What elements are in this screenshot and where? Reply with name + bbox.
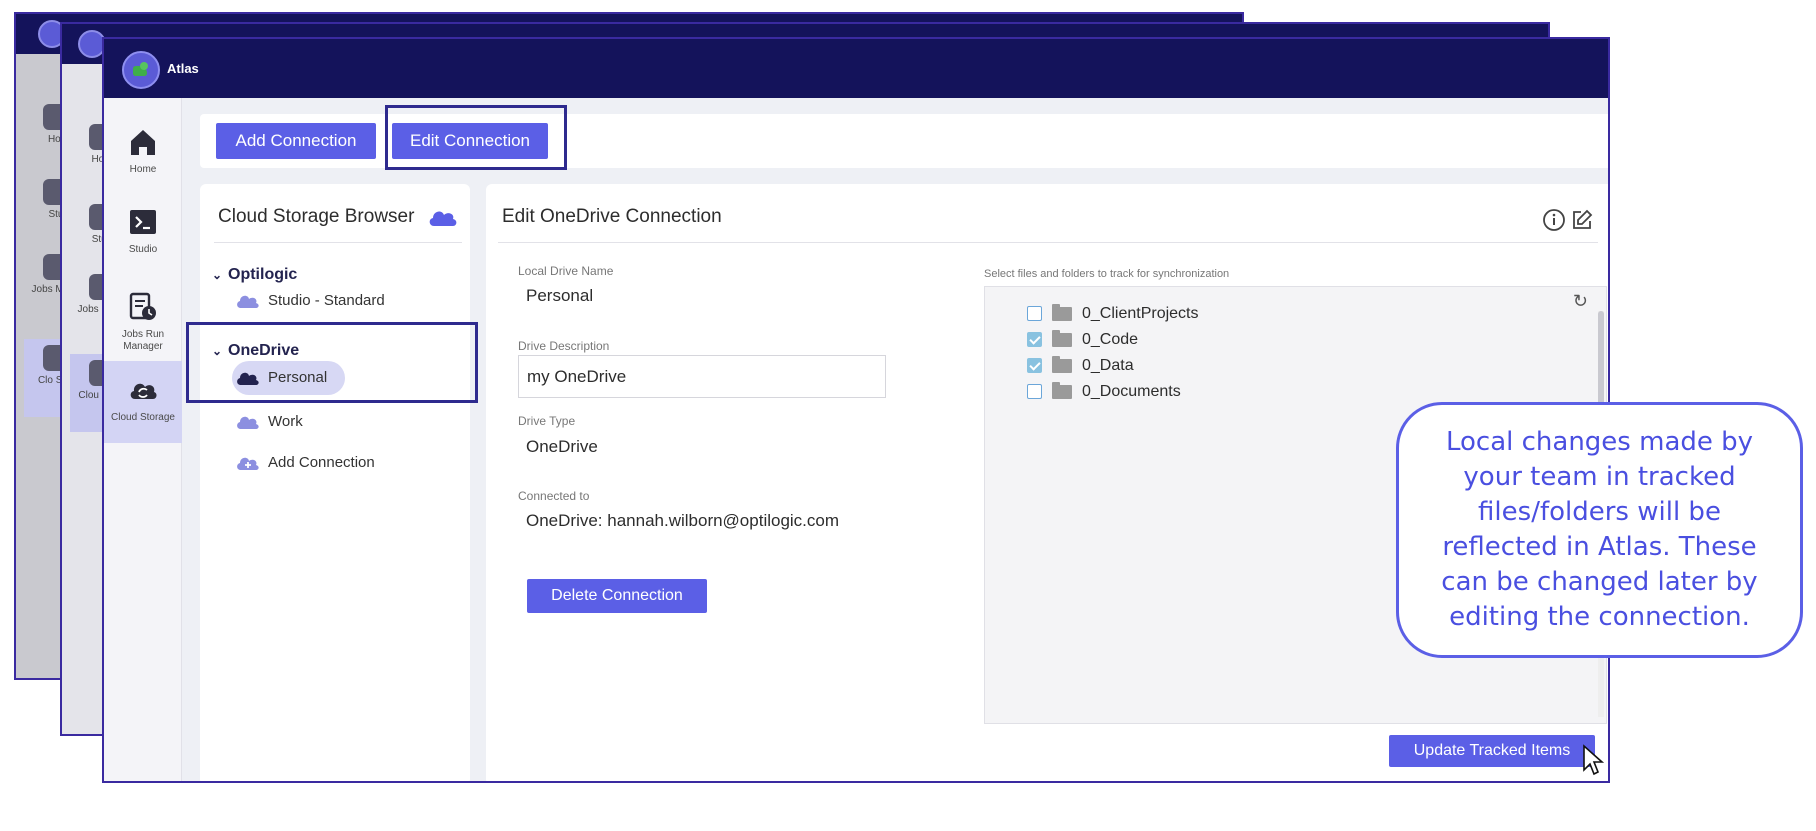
chevron-down-icon: ⌄	[212, 268, 223, 282]
file-checkbox[interactable]	[1027, 306, 1042, 322]
update-tracked-items-button[interactable]: Update Tracked Items	[1389, 735, 1595, 767]
cloud-icon	[429, 211, 457, 226]
tree-item-add-connection[interactable]: Add Connection	[236, 446, 375, 480]
file-row: 0_Code	[1027, 329, 1138, 351]
tree-group-optilogic[interactable]: ⌄ Optilogic	[212, 266, 297, 284]
local-drive-name-value: Personal	[526, 286, 594, 305]
cloud-icon	[237, 416, 259, 430]
info-icon[interactable]	[1542, 208, 1566, 232]
jobs-icon	[129, 292, 156, 320]
tree-item-work[interactable]: Work	[236, 405, 303, 439]
add-connection-button[interactable]: Add Connection	[216, 123, 376, 159]
personal-drive-highlight	[186, 322, 478, 403]
cloud-storage-browser: Cloud Storage Browser ⌄ Optilogic Studio …	[200, 184, 470, 781]
refresh-icon[interactable]: ↻	[1573, 291, 1588, 312]
cloud-icon	[237, 295, 259, 309]
divider	[214, 242, 462, 243]
nav-item-jobs-run-manager[interactable]: Jobs Run Manager	[104, 291, 182, 353]
drive-description-input[interactable]: my OneDrive	[518, 355, 886, 398]
file-checkbox[interactable]	[1027, 384, 1042, 400]
atlas-logo-icon[interactable]	[122, 51, 160, 89]
folder-icon	[1052, 381, 1072, 399]
connected-to-value: OneDrive: hannah.wilborn@optilogic.com	[526, 511, 840, 530]
folder-icon	[1052, 303, 1072, 321]
mouse-pointer-icon	[1583, 744, 1605, 776]
drive-type-value: OneDrive	[526, 437, 598, 456]
file-row: 0_Documents	[1027, 381, 1181, 403]
file-row: 0_Data	[1027, 355, 1134, 377]
file-row: 0_ClientProjects	[1027, 303, 1199, 325]
file-checkbox[interactable]	[1027, 358, 1042, 374]
connected-to-label: Connected to	[518, 489, 590, 503]
drive-description-label: Drive Description	[518, 339, 610, 353]
callout-note: Local changes made by your team in track…	[1396, 402, 1803, 658]
local-drive-name-label: Local Drive Name	[518, 264, 614, 278]
file-checkbox[interactable]	[1027, 332, 1042, 348]
home-icon	[131, 130, 155, 155]
left-navigation: Home Studio Jobs Run Manager Cloud Stora…	[104, 98, 182, 781]
nav-item-home[interactable]: Home	[104, 126, 182, 175]
terminal-icon	[130, 210, 156, 234]
nav-item-studio[interactable]: Studio	[104, 206, 182, 255]
divider	[498, 242, 1598, 243]
folder-icon	[1052, 355, 1072, 373]
drive-type-label: Drive Type	[518, 414, 576, 428]
panel-title: Edit OneDrive Connection	[502, 206, 722, 227]
tree-item-studio-standard[interactable]: Studio - Standard	[236, 284, 385, 318]
screenshot-stage: Hor Stu Jobs Mana Clo Stor Hom Stud Jobs…	[0, 0, 1816, 831]
atlas-window: Atlas Home Studio Jobs Run Manager Cloud…	[102, 37, 1610, 783]
nav-item-cloud-storage[interactable]: Cloud Storage	[104, 361, 182, 443]
edit-connection-highlight	[385, 105, 567, 170]
delete-connection-button[interactable]: Delete Connection	[527, 579, 707, 613]
folder-icon	[1052, 329, 1072, 347]
app-topbar: Atlas	[104, 39, 1608, 98]
sync-instructions: Select files and folders to track for sy…	[984, 268, 1230, 280]
edit-icon[interactable]	[1570, 208, 1594, 232]
browser-title: Cloud Storage Browser	[218, 206, 415, 227]
cloud-sync-icon	[130, 383, 157, 399]
cloud-add-icon	[237, 457, 259, 471]
app-title: Atlas	[167, 61, 199, 76]
